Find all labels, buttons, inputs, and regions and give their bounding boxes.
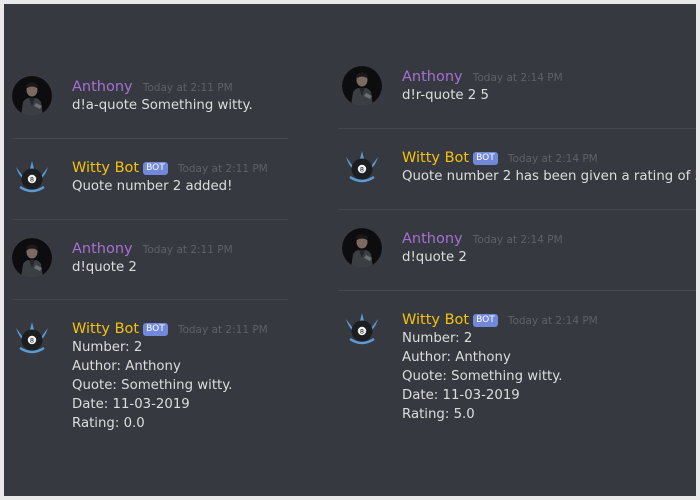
message-text-date: Date: 11-03-2019 [72, 397, 190, 412]
message-bot-quote-details[interactable]: 8 Witty Bot BOT Today at 2:14 PM Number: … [338, 309, 696, 429]
message-bot-quote-details[interactable]: 8 Witty Bot BOT Today at 2:11 PM Number: … [4, 318, 290, 438]
message-divider [338, 209, 696, 210]
timestamp: Today at 2:11 PM [177, 324, 268, 336]
eight-ball-avatar-icon[interactable]: 8 [342, 147, 382, 187]
bot-username[interactable]: Witty Bot [72, 321, 139, 337]
message-divider [12, 138, 288, 139]
timestamp: Today at 2:14 PM [472, 234, 563, 246]
bot-username[interactable]: Witty Bot [72, 160, 139, 176]
timestamp: Today at 2:14 PM [507, 153, 598, 165]
svg-text:8: 8 [30, 176, 34, 184]
bot-tag: BOT [473, 314, 498, 327]
timestamp: Today at 2:11 PM [142, 244, 233, 256]
message-text-rating: Rating: 0.0 [72, 416, 145, 431]
message-text-number: Number: 2 [72, 340, 143, 355]
eight-ball-avatar-icon[interactable]: 8 [12, 318, 52, 358]
message-text: Quote number 2 added! [72, 179, 233, 194]
message-text-number: Number: 2 [402, 331, 473, 346]
user-avatar-icon[interactable] [342, 228, 382, 268]
user-avatar-icon[interactable] [342, 66, 382, 106]
timestamp: Today at 2:11 PM [177, 163, 268, 175]
bot-username[interactable]: Witty Bot [402, 150, 469, 166]
message-text: d!a-quote Something witty. [72, 98, 253, 113]
bot-username[interactable]: Witty Bot [402, 312, 469, 328]
eight-ball-avatar-icon[interactable]: 8 [12, 157, 52, 197]
message-anthony-quote-get[interactable]: Anthony Today at 2:14 PM d!quote 2 [338, 228, 696, 288]
message-text-date: Date: 11-03-2019 [402, 388, 520, 403]
username[interactable]: Anthony [402, 69, 463, 85]
bot-tag: BOT [473, 152, 498, 165]
svg-text:8: 8 [360, 328, 364, 336]
eight-ball-avatar-icon[interactable]: 8 [342, 309, 382, 349]
bot-tag: BOT [143, 323, 168, 336]
message-text-quote: Quote: Something witty. [72, 378, 233, 393]
message-text: d!r-quote 2 5 [402, 88, 489, 103]
message-text-author: Author: Anthony [72, 359, 181, 374]
message-anthony-quote-add[interactable]: Anthony Today at 2:11 PM d!a-quote Somet… [4, 76, 290, 136]
message-text: d!quote 2 [72, 260, 137, 275]
message-bot-quote-added[interactable]: 8 Witty Bot BOT Today at 2:11 PM Quote nu… [4, 157, 290, 217]
message-anthony-rate-quote[interactable]: Anthony Today at 2:14 PM d!r-quote 2 5 [338, 66, 696, 126]
message-text-author: Author: Anthony [402, 350, 511, 365]
message-bot-rating-given[interactable]: 8 Witty Bot BOT Today at 2:14 PM Quote nu… [338, 147, 696, 207]
message-text-rating: Rating: 5.0 [402, 407, 475, 422]
timestamp: Today at 2:14 PM [472, 72, 563, 84]
user-avatar-icon[interactable] [12, 238, 52, 278]
message-text-quote: Quote: Something witty. [402, 369, 563, 384]
user-avatar-icon[interactable] [12, 76, 52, 116]
username[interactable]: Anthony [402, 231, 463, 247]
timestamp: Today at 2:14 PM [507, 315, 598, 327]
timestamp: Today at 2:11 PM [142, 82, 233, 94]
message-divider [338, 128, 696, 129]
message-divider [12, 299, 288, 300]
message-divider [338, 290, 696, 291]
message-anthony-quote-get[interactable]: Anthony Today at 2:11 PM d!quote 2 [4, 238, 290, 298]
message-text: Quote number 2 has been given a rating o… [402, 169, 696, 184]
svg-text:8: 8 [360, 166, 364, 174]
chat-window: Anthony Today at 2:11 PM d!a-quote Somet… [4, 4, 696, 496]
username[interactable]: Anthony [72, 241, 133, 257]
bot-tag: BOT [143, 162, 168, 175]
svg-text:8: 8 [30, 337, 34, 345]
message-divider [12, 219, 288, 220]
username[interactable]: Anthony [72, 79, 133, 95]
message-text: d!quote 2 [402, 250, 467, 265]
